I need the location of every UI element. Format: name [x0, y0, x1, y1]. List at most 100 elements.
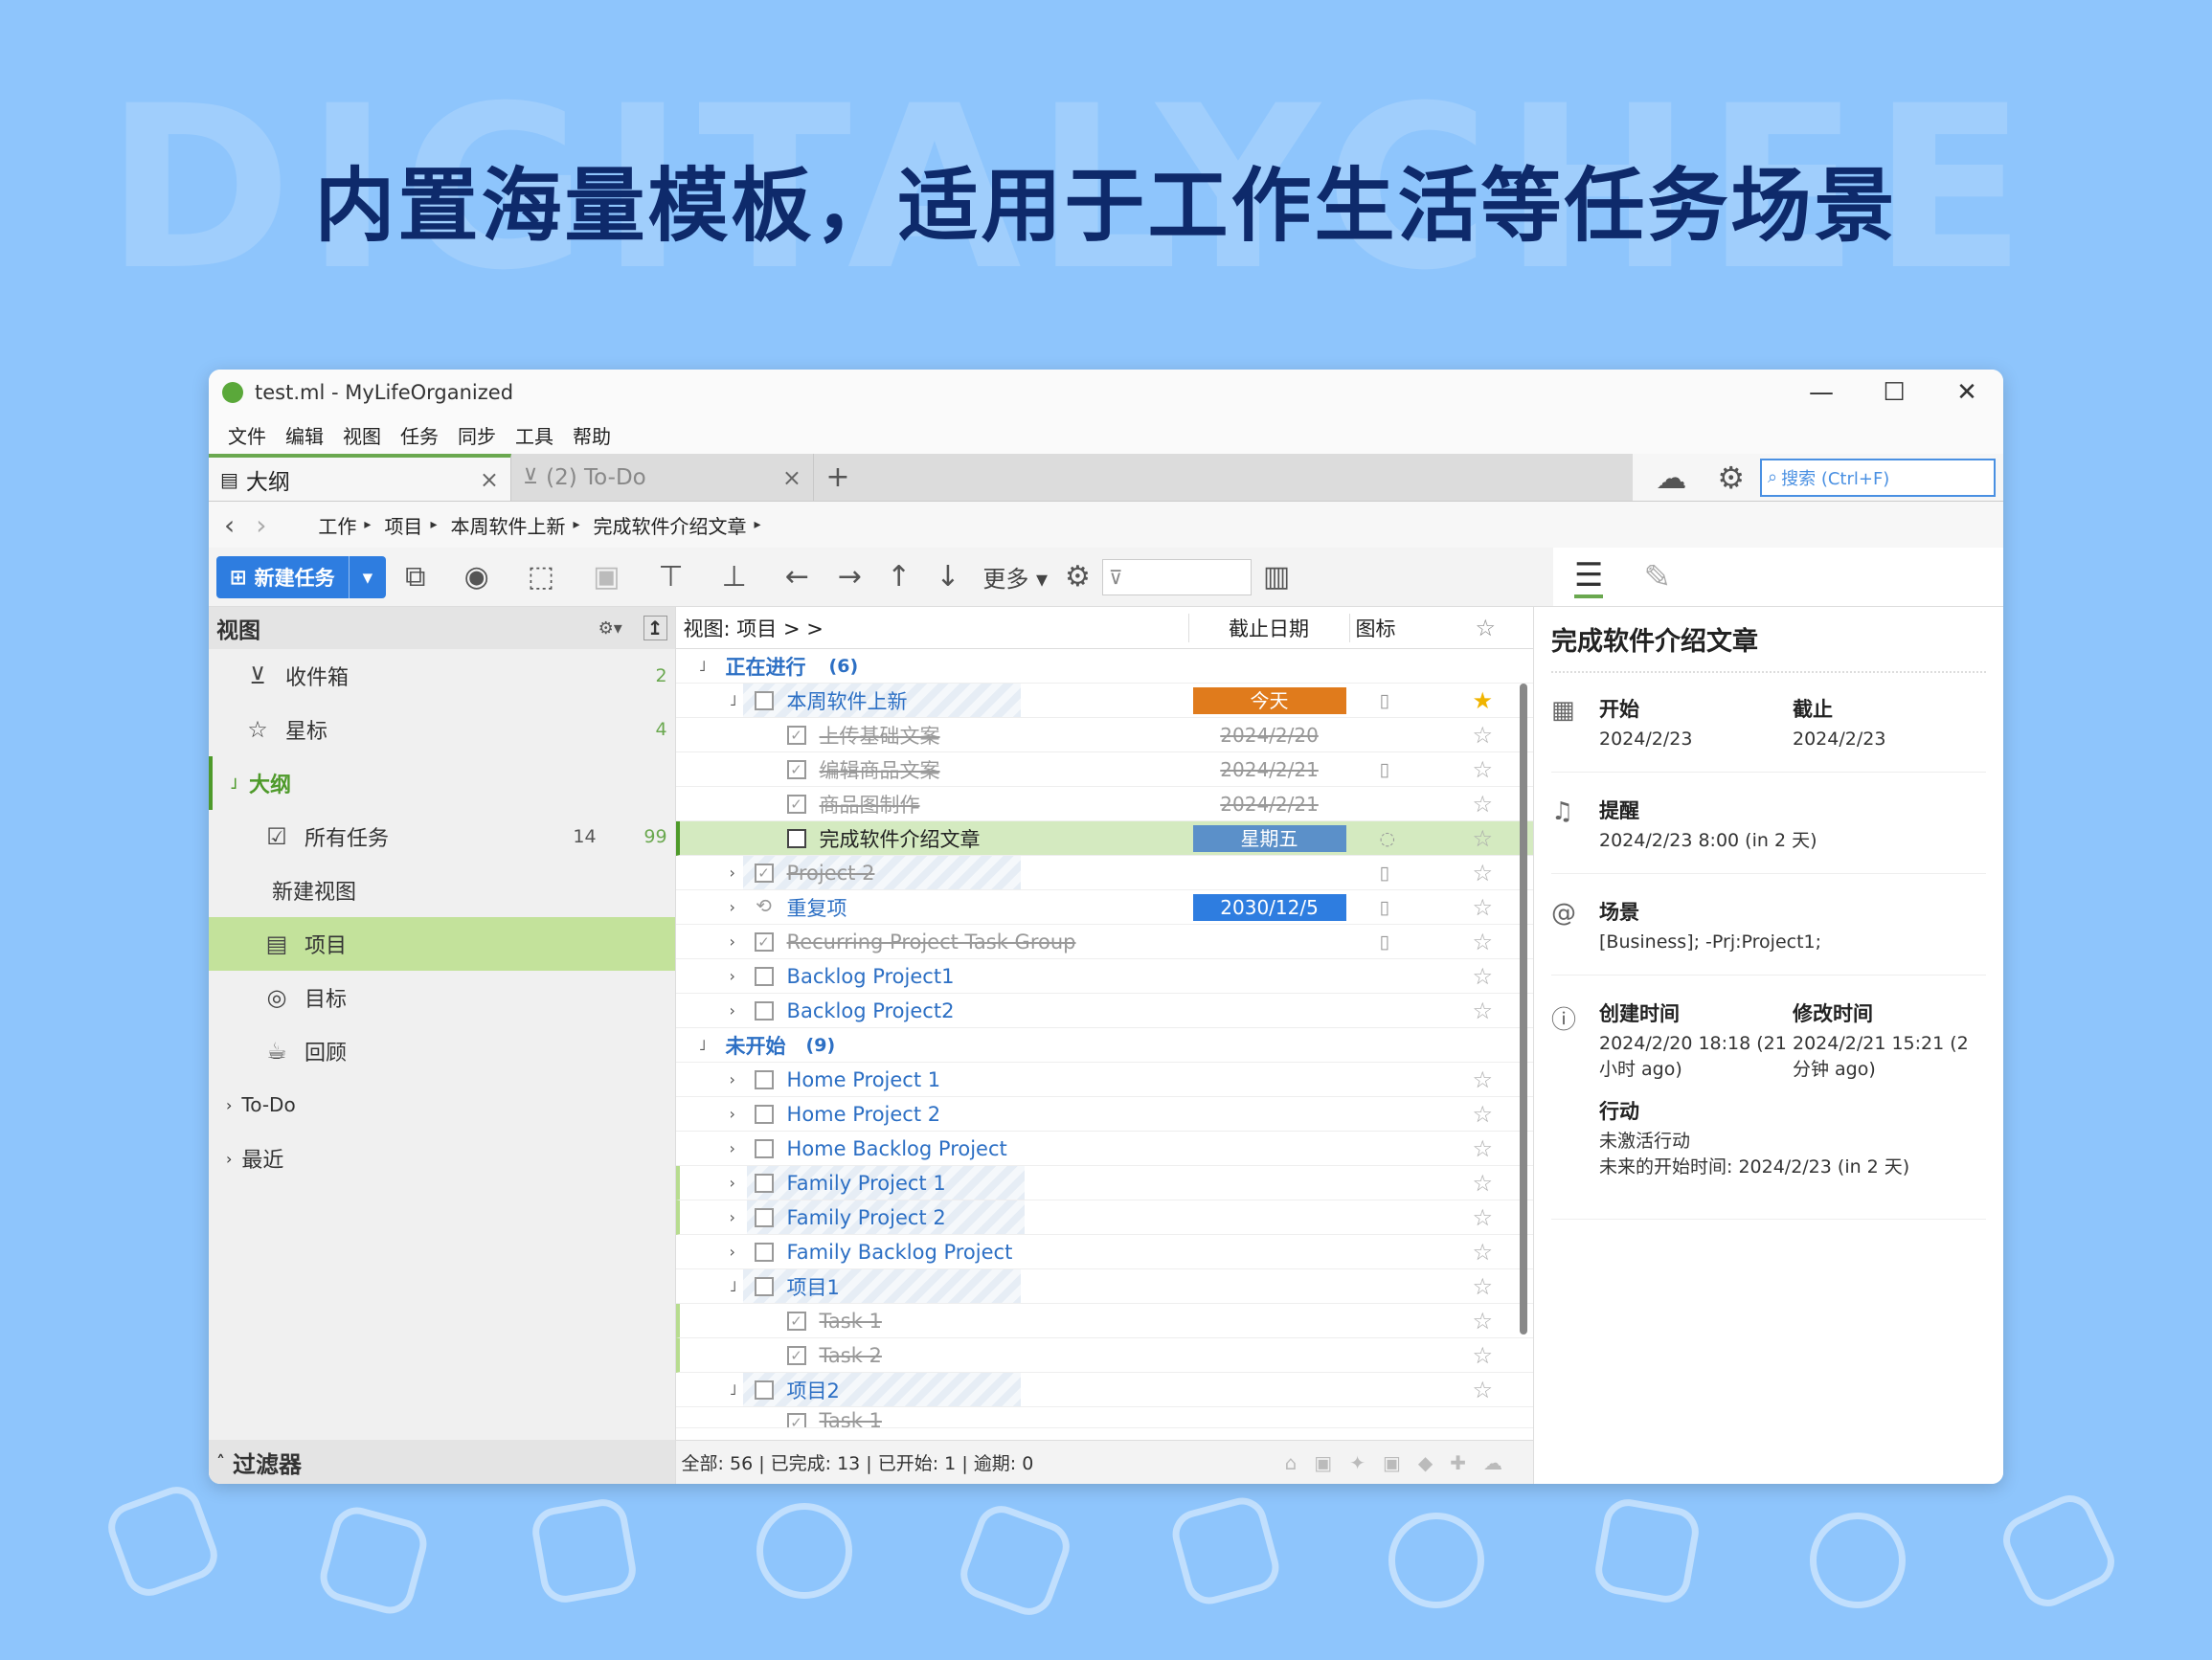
search-input[interactable]: ⌕ 搜索 (Ctrl+F) [1760, 458, 1996, 497]
task-checkbox[interactable] [754, 690, 774, 710]
task-checkbox-checked[interactable]: ✓ [786, 794, 806, 814]
task-checkbox[interactable] [754, 1242, 774, 1262]
task-row[interactable]: ˩ 本周软件上新 今天 ▯ ★ [675, 684, 1533, 718]
task-row[interactable]: ˩ 项目1 ☆ [675, 1269, 1533, 1304]
task-checkbox[interactable] [754, 1104, 774, 1124]
sidebar-item-recent[interactable]: › 最近 [209, 1132, 675, 1185]
close-button[interactable]: ✕ [1930, 378, 2003, 407]
view-column-header[interactable]: 视图: 项目 > > [676, 614, 1188, 642]
star-icon[interactable]: ☆ [1473, 998, 1494, 1024]
task-row[interactable]: › Family Project 2 ☆ [675, 1200, 1533, 1235]
tab-todo[interactable]: ⊻ (2) To-Do × [511, 454, 814, 501]
sidebar-item-outline[interactable]: ˩ 大纲 [209, 756, 675, 810]
expand-icon[interactable]: › [730, 898, 735, 916]
star-icon[interactable]: ☆ [1473, 1204, 1494, 1231]
menu-tools[interactable]: 工具 [515, 421, 553, 449]
columns-icon[interactable]: ▥ [1263, 560, 1290, 594]
task-row[interactable]: ✓ Task 2 ☆ [675, 1338, 1533, 1373]
sidebar-item-all-tasks[interactable]: ☑ 所有任务 14 99 [209, 810, 675, 864]
task-row[interactable]: › Home Backlog Project ☆ [675, 1132, 1533, 1166]
repeat-icon[interactable]: ⟲ [754, 896, 774, 917]
task-checkbox-checked[interactable]: ✓ [786, 1413, 806, 1427]
expand-icon[interactable]: › [730, 1243, 735, 1261]
breadcrumb-item[interactable]: 本周软件上新 [450, 511, 565, 539]
sidebar-item-projects[interactable]: ▤ 项目 [209, 917, 675, 971]
move-left-icon[interactable]: ← [785, 560, 809, 594]
close-icon[interactable]: × [480, 466, 499, 493]
sidebar-item-goals[interactable]: ◎ 目标 [209, 971, 675, 1024]
context-value[interactable]: [Business]; -Prj:Project1; [1599, 930, 1986, 955]
task-checkbox-checked[interactable]: ✓ [786, 725, 806, 745]
star-icon[interactable]: ☆ [1473, 929, 1494, 955]
task-checkbox[interactable] [754, 1207, 774, 1227]
task-checkbox[interactable] [786, 828, 806, 848]
task-row[interactable]: › ⟲ 重复项 2030/12/5 ▯ ☆ [675, 890, 1533, 925]
collapse-icon[interactable]: ˩ [699, 1036, 707, 1054]
list-view-icon[interactable]: ☰ [1574, 556, 1604, 598]
sidebar-item-starred[interactable]: ☆ 星标 4 [209, 703, 675, 756]
star-icon[interactable]: ☆ [1476, 615, 1497, 641]
task-checkbox[interactable] [754, 1069, 774, 1089]
task-checkbox-checked[interactable]: ✓ [754, 863, 774, 883]
task-row[interactable]: ✓ Task 1 ☆ [675, 1304, 1533, 1338]
menu-task[interactable]: 任务 [400, 421, 439, 449]
expand-icon[interactable]: › [730, 1070, 735, 1088]
task-row[interactable]: ✓ 上传基础文案 2024/2/20 ☆ [675, 718, 1533, 752]
expand-icon[interactable]: › [730, 1208, 735, 1226]
back-icon[interactable]: ‹ [224, 509, 235, 541]
pin-icon[interactable]: ⊤ [658, 560, 683, 594]
task-row[interactable]: › ✓ Project 2 ▯ ☆ [675, 856, 1533, 890]
select-icon[interactable]: ⬚ [528, 560, 554, 594]
menu-edit[interactable]: 编辑 [285, 421, 324, 449]
settings-filter-icon[interactable]: ⚙ [1065, 560, 1091, 594]
task-row[interactable]: › Home Project 1 ☆ [675, 1063, 1533, 1097]
sidebar-item-inbox[interactable]: ⊻ 收件箱 2 [209, 649, 675, 703]
menu-sync[interactable]: 同步 [458, 421, 496, 449]
filter-input[interactable]: ⊽ [1101, 558, 1252, 595]
star-icon[interactable]: ☆ [1473, 1135, 1494, 1162]
task-checkbox[interactable] [754, 1380, 774, 1400]
new-task-dropdown-icon[interactable]: ▾ [350, 566, 387, 589]
star-icon[interactable]: ☆ [1473, 1377, 1494, 1403]
due-column-header[interactable]: 截止日期 [1187, 613, 1349, 642]
star-icon[interactable]: ☆ [1473, 1066, 1494, 1093]
star-icon[interactable]: ☆ [1473, 1342, 1494, 1369]
expand-icon[interactable]: › [226, 1096, 232, 1114]
star-icon[interactable]: ☆ [1473, 791, 1494, 818]
task-row-selected[interactable]: 完成软件介绍文章 星期五 ◌ ☆ [675, 821, 1533, 856]
menu-view[interactable]: 视图 [343, 421, 381, 449]
gear-icon[interactable]: ⚙ [1717, 460, 1745, 496]
task-row[interactable]: › Family Project 1 ☆ [675, 1166, 1533, 1200]
star-icon[interactable]: ☆ [1473, 1101, 1494, 1128]
expand-icon[interactable]: › [730, 864, 735, 882]
move-right-icon[interactable]: → [838, 560, 862, 594]
hierarchy-icon[interactable]: ⊥ [722, 560, 747, 594]
expand-icon[interactable]: › [730, 1001, 735, 1020]
sidebar-item-todo[interactable]: › To-Do [209, 1078, 675, 1132]
task-row[interactable]: › Home Project 2 ☆ [675, 1097, 1533, 1132]
expand-icon[interactable]: › [730, 1105, 735, 1123]
task-row[interactable]: › Family Backlog Project ☆ [675, 1235, 1533, 1269]
pin-icon[interactable]: ↥ [643, 616, 667, 640]
star-icon[interactable]: ☆ [1473, 1170, 1494, 1197]
tab-outline[interactable]: ▤ 大纲 × [209, 454, 511, 501]
start-value[interactable]: 2024/2/23 [1599, 727, 1793, 752]
close-icon[interactable]: × [782, 464, 801, 491]
social-icons[interactable]: ⌂▣✦▣◆✚☁ [1285, 1451, 1520, 1474]
add-subtask-icon[interactable]: ⧉ [405, 560, 425, 594]
disabled-icon[interactable]: ▣ [593, 560, 620, 594]
task-row[interactable]: › Backlog Project1 ☆ [675, 959, 1533, 994]
star-icon[interactable]: ☆ [1473, 756, 1494, 783]
reminder-value[interactable]: 2024/2/23 8:00 (in 2 天) [1599, 828, 1986, 854]
task-row[interactable]: › ✓ Recurring Project Task Group ▯ ☆ [675, 925, 1533, 959]
task-checkbox[interactable] [754, 1276, 774, 1296]
group-row[interactable]: ˩ 正在进行 (6) [675, 649, 1533, 684]
star-icon[interactable]: ☆ [1473, 963, 1494, 990]
minimize-button[interactable]: — [1785, 378, 1858, 407]
star-icon[interactable]: ☆ [1473, 825, 1494, 852]
collapse-icon[interactable]: ˩ [699, 657, 707, 675]
breadcrumb-item[interactable]: 项目 [384, 511, 422, 539]
star-icon[interactable]: ☆ [1473, 1308, 1494, 1335]
edit-icon[interactable]: ✎ [1643, 558, 1671, 596]
cloud-sync-icon[interactable]: ☁ [1656, 460, 1686, 496]
